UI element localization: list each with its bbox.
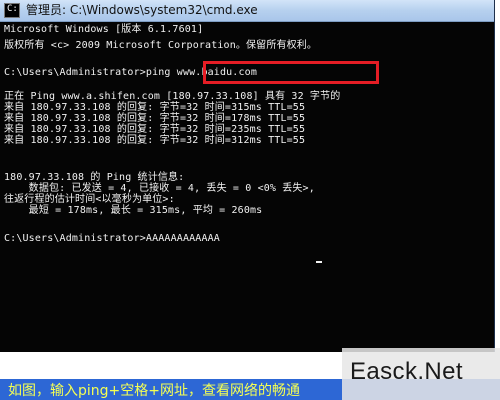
console-line-rtt-title: 往返行程的估计时间<以毫秒为单位>: — [4, 194, 175, 205]
cmd-icon: C: — [4, 3, 20, 18]
console-line-statistics-title: 180.97.33.108 的 Ping 统计信息: — [4, 172, 185, 183]
console-line-packet-summary: 数据包: 已发送 = 4, 已接收 = 4, 丢失 = 0 <0% 丢失>, — [4, 183, 315, 194]
console-line-reply-3: 来自 180.97.33.108 的回复: 字节=32 时间=235ms TTL… — [4, 124, 306, 135]
command-console[interactable]: Microsoft Windows [版本 6.1.7601] 版权所有 <c>… — [0, 22, 494, 352]
text-cursor — [316, 261, 322, 263]
instruction-caption-text: 如图，输入ping+空格+网址，查看网络的畅通 — [8, 383, 300, 399]
cmd-window: C: 管理员: C:\Windows\system32\cmd.exe Micr… — [0, 0, 495, 352]
screenshot-page: C: 管理员: C:\Windows\system32\cmd.exe Micr… — [0, 0, 500, 400]
console-line-copyright: 版权所有 <c> 2009 Microsoft Corporation。保留所有… — [4, 40, 318, 51]
site-watermark-text: Easck.Net — [350, 358, 463, 385]
window-titlebar[interactable]: C: 管理员: C:\Windows\system32\cmd.exe — [0, 0, 494, 22]
console-line-windows-version: Microsoft Windows [版本 6.1.7601] — [4, 24, 204, 35]
console-line-current-prompt[interactable]: C:\Users\Administrator>AAAAAAAAAAAA — [4, 233, 220, 244]
window-title: 管理员: C:\Windows\system32\cmd.exe — [26, 3, 258, 17]
console-line-reply-4: 来自 180.97.33.108 的回复: 字节=32 时间=312ms TTL… — [4, 135, 306, 146]
cmd-icon-glyph: C: — [7, 4, 18, 14]
console-line-reply-1: 来自 180.97.33.108 的回复: 字节=32 时间=315ms TTL… — [4, 102, 306, 113]
console-line-rtt-summary: 最短 = 178ms, 最长 = 315ms, 平均 = 260ms — [4, 205, 263, 216]
console-line-reply-2: 来自 180.97.33.108 的回复: 字节=32 时间=178ms TTL… — [4, 113, 306, 124]
site-watermark: Easck.Net — [342, 348, 500, 400]
console-line-ping-command[interactable]: C:\Users\Administrator>ping www.baidu.co… — [4, 67, 257, 78]
console-line-ping-target: 正在 Ping www.a.shifen.com [180.97.33.108]… — [4, 91, 341, 102]
